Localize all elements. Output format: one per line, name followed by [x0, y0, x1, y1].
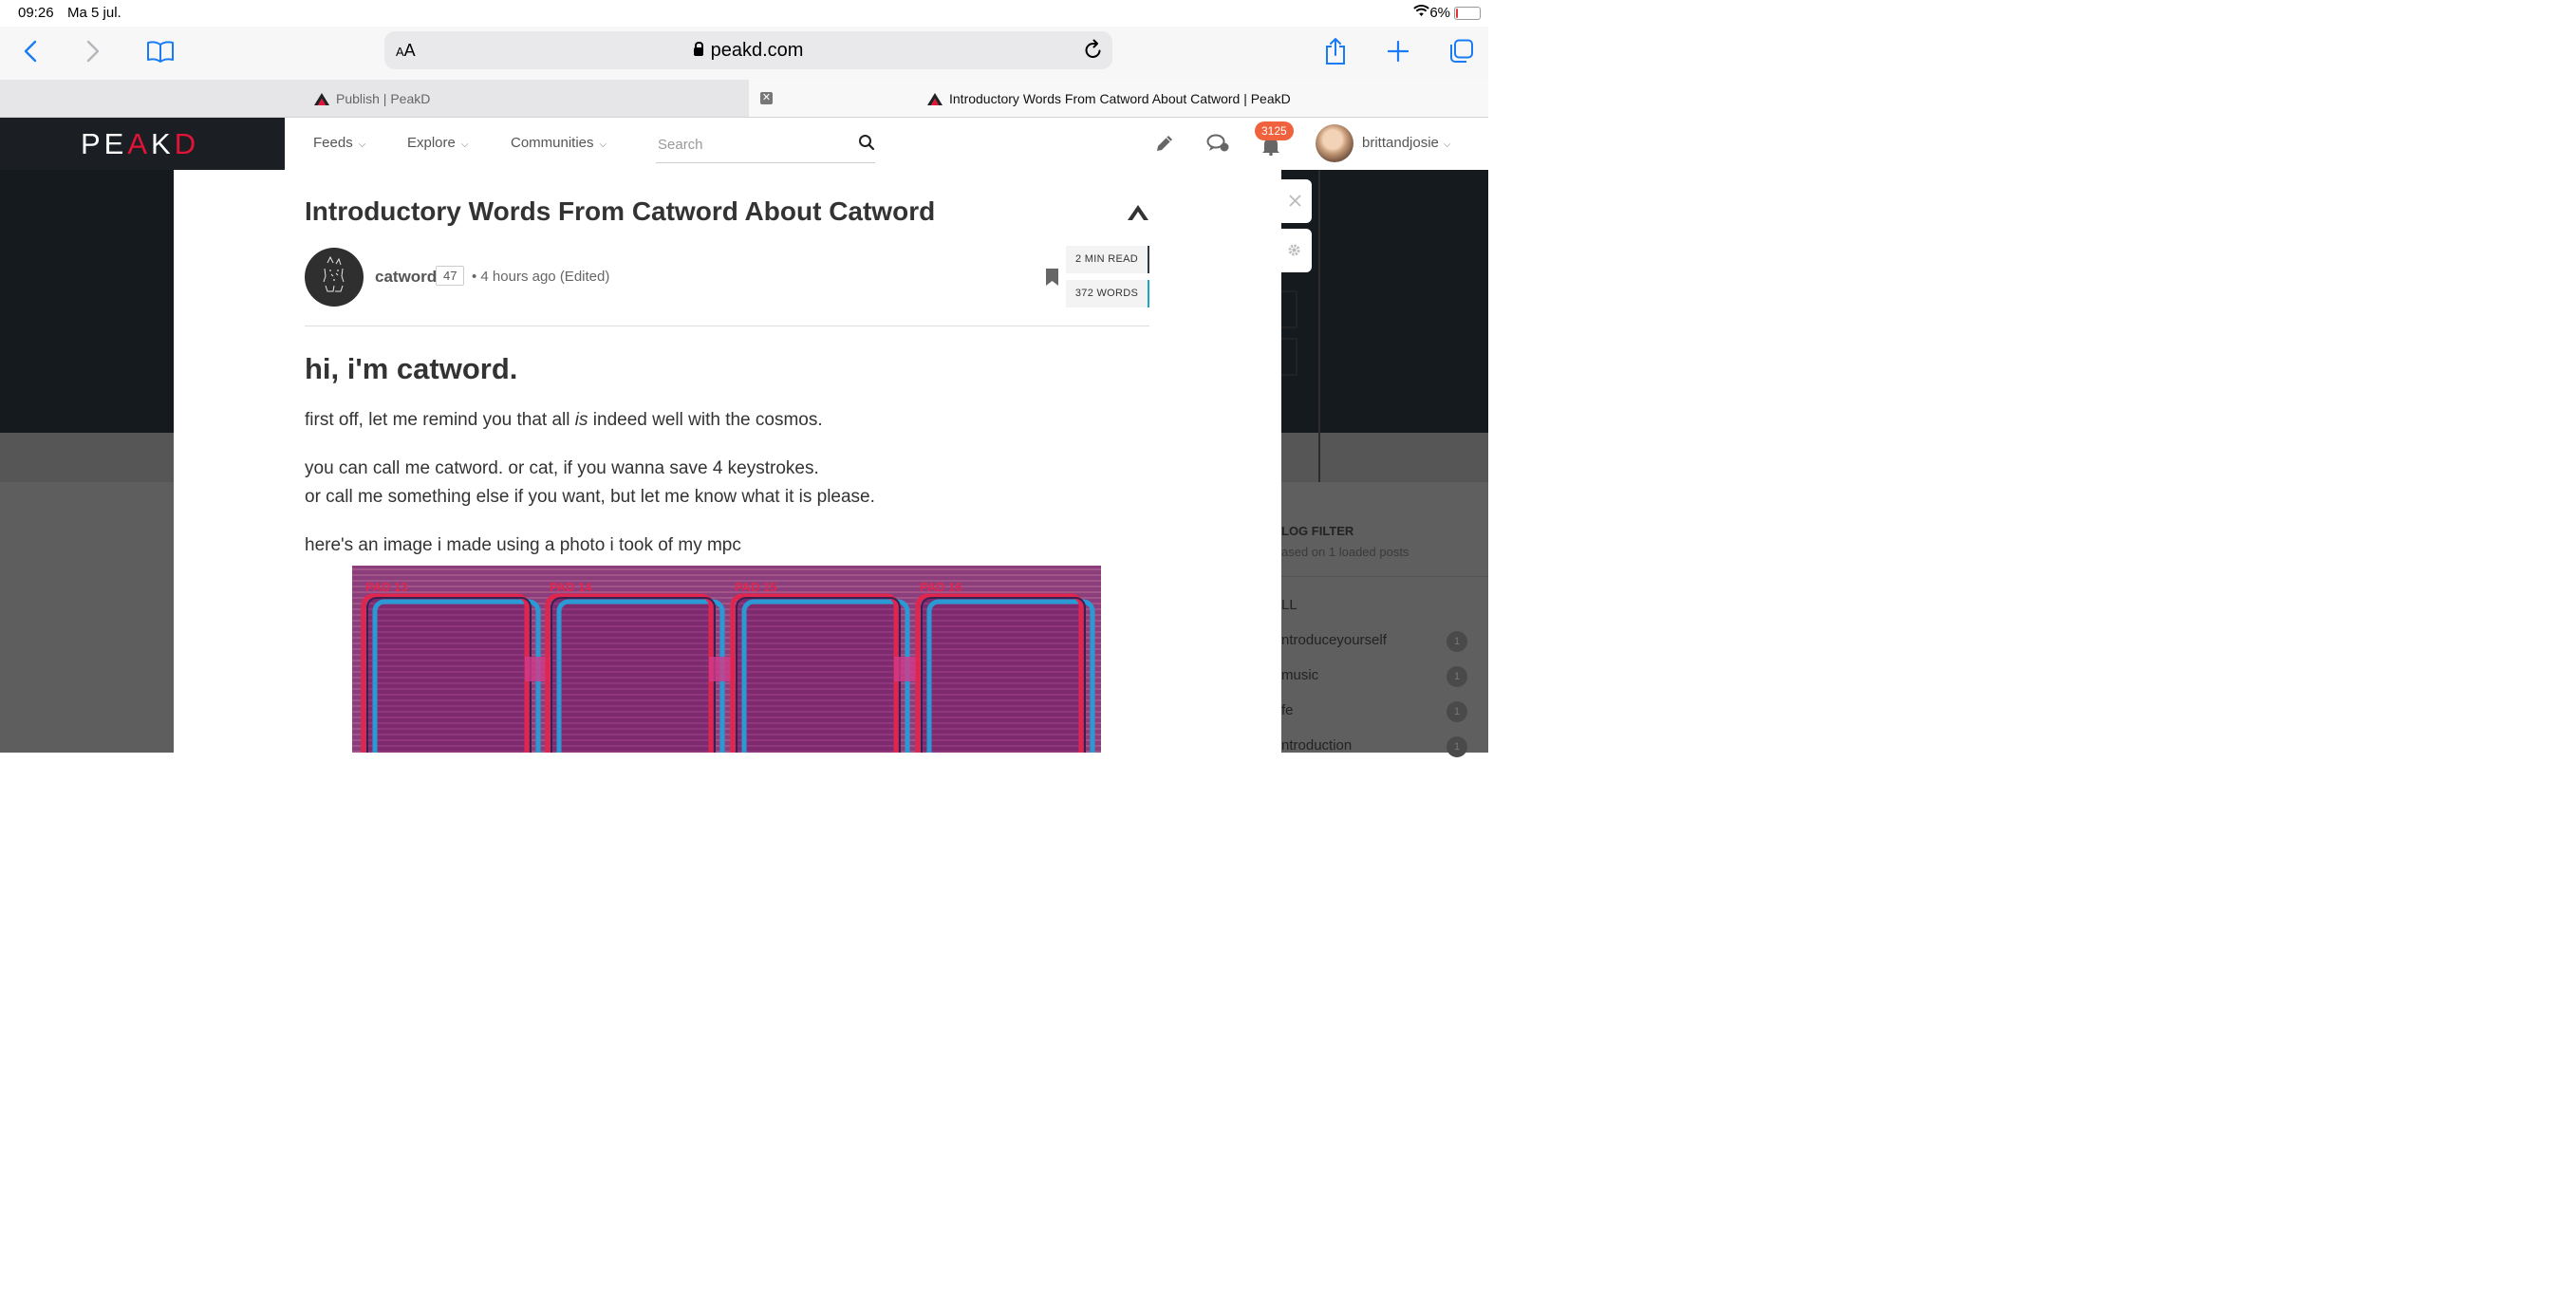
author-reputation: 47 — [436, 266, 465, 286]
blog-filter-title: LOG FILTER — [1281, 524, 1354, 538]
battery-percent: 6% — [1429, 5, 1450, 21]
logo-area: PEAKD — [0, 118, 285, 170]
filter-count: 1 — [1447, 736, 1467, 757]
chevron-down-icon: ⌵ — [460, 140, 469, 150]
peakd-favicon-icon — [314, 92, 329, 105]
back-icon[interactable] — [19, 34, 42, 68]
read-time-badge: 2 MIN READ — [1066, 246, 1149, 273]
wifi-icon — [1413, 5, 1429, 20]
cat-ascii-icon — [323, 255, 345, 292]
chevron-down-icon: ⌵ — [599, 140, 607, 150]
post-paragraph: or call me something else if you want, b… — [305, 487, 875, 507]
nav-communities[interactable]: Communities ⌵ — [511, 135, 607, 151]
battery-icon — [1454, 7, 1481, 20]
browser-toolbar: AA peakd.com — [0, 27, 1488, 80]
pad-label: PAD 14 — [550, 580, 592, 594]
peakd-favicon-icon — [927, 92, 943, 105]
status-bar: 09:26 Ma 5 jul. 6% — [0, 0, 1488, 27]
search-input[interactable] — [656, 136, 849, 154]
author-name[interactable]: catword — [375, 268, 437, 287]
tab-catword[interactable]: ✕ Introductory Words From Catword About … — [749, 80, 1488, 117]
tab-close-icon[interactable]: ✕ — [760, 92, 773, 104]
divider — [1281, 576, 1488, 577]
reload-icon[interactable] — [1084, 39, 1103, 65]
chevron-down-icon: ⌵ — [1443, 140, 1451, 150]
mpc-pad — [551, 598, 715, 753]
site-search — [656, 129, 875, 163]
pencil-icon[interactable] — [1154, 133, 1175, 158]
filter-item[interactable]: music — [1281, 667, 1318, 683]
address-bar[interactable]: AA peakd.com — [384, 31, 1112, 69]
peakd-logo[interactable]: PEAKD — [81, 127, 199, 161]
user-avatar[interactable] — [1316, 124, 1353, 162]
filter-item[interactable]: LL — [1281, 597, 1297, 613]
chat-icon[interactable] — [1206, 133, 1231, 158]
post-title: Introductory Words From Catword About Ca… — [305, 196, 936, 226]
share-icon[interactable] — [1323, 34, 1348, 68]
site-header: PEAKD Feeds⌵ Explore⌵ Communities⌵ 3125 … — [0, 118, 1488, 171]
mpc-pad — [367, 598, 531, 753]
filter-count: 1 — [1447, 631, 1467, 652]
close-icon — [1289, 195, 1301, 207]
filter-count: 1 — [1447, 701, 1467, 722]
blog-filter-subtitle: ased on 1 loaded posts — [1281, 545, 1409, 559]
background-outline — [1281, 290, 1297, 328]
notification-badge[interactable]: 3125 — [1255, 121, 1294, 140]
close-modal-button[interactable] — [1281, 179, 1312, 223]
tab-bar: Publish | PeakD ✕ Introductory Words Fro… — [0, 80, 1488, 118]
tab-publish[interactable]: Publish | PeakD — [0, 80, 749, 117]
post-image-mpc[interactable]: PAD 13 PAD 14 PAD 15 PAD 16 — [352, 566, 1101, 753]
settings-button[interactable] — [1281, 229, 1312, 272]
post-paragraph: you can call me catword. or cat, if you … — [305, 458, 819, 478]
filter-item[interactable]: ntroduction — [1281, 737, 1352, 754]
tab-publish-label: Publish | PeakD — [336, 91, 431, 106]
user-menu[interactable]: brittandjosie ⌵ — [1362, 135, 1450, 151]
filter-item[interactable]: fe — [1281, 702, 1294, 718]
pad-label: PAD 15 — [735, 580, 777, 594]
tabs-overview-icon[interactable] — [1447, 34, 1474, 68]
bookmark-icon[interactable] — [1046, 269, 1058, 290]
mpc-pad — [737, 598, 900, 753]
status-time: 09:26 — [18, 5, 54, 21]
address-domain: peakd.com — [384, 40, 1112, 62]
chevron-down-icon: ⌵ — [358, 140, 366, 150]
lock-icon — [693, 42, 703, 56]
post-paragraph: here's an image i made using a photo i t… — [305, 535, 741, 555]
post-heading: hi, i'm catword. — [305, 352, 518, 385]
tab-catword-title: Introductory Words From Catword About Ca… — [926, 91, 1291, 106]
new-tab-icon[interactable] — [1386, 34, 1410, 68]
battery-level — [1456, 9, 1458, 18]
nav-feeds[interactable]: Feeds ⌵ — [313, 135, 365, 151]
bookmarks-icon[interactable] — [145, 34, 176, 68]
pad-label: PAD 16 — [920, 580, 962, 594]
domain-text: peakd.com — [710, 40, 804, 61]
status-date: Ma 5 jul. — [67, 5, 121, 21]
background-outline — [1281, 338, 1297, 376]
post-modal: Introductory Words From Catword About Ca… — [174, 170, 1281, 753]
word-count-badge: 372 WORDS — [1066, 280, 1149, 307]
gear-icon — [1288, 244, 1300, 256]
tab-publish-title: Publish | PeakD — [313, 91, 430, 106]
tab-catword-label: Introductory Words From Catword About Ca… — [949, 91, 1291, 106]
filter-item[interactable]: ntroduceyourself — [1281, 632, 1387, 648]
pad-label: PAD 13 — [365, 580, 408, 594]
peakd-mark-icon — [1127, 204, 1149, 226]
mpc-pad — [922, 598, 1085, 753]
forward-icon[interactable] — [82, 34, 104, 68]
author-avatar[interactable] — [305, 248, 364, 307]
blog-filter-panel: LOG FILTER ased on 1 loaded posts LL ntr… — [1281, 482, 1488, 757]
filter-count: 1 — [1447, 666, 1467, 687]
nav-explore[interactable]: Explore ⌵ — [407, 135, 468, 151]
post-meta: • 4 hours ago (Edited) — [472, 269, 610, 285]
search-icon[interactable] — [858, 134, 875, 156]
post-paragraph: first off, let me remind you that all is… — [305, 410, 823, 430]
